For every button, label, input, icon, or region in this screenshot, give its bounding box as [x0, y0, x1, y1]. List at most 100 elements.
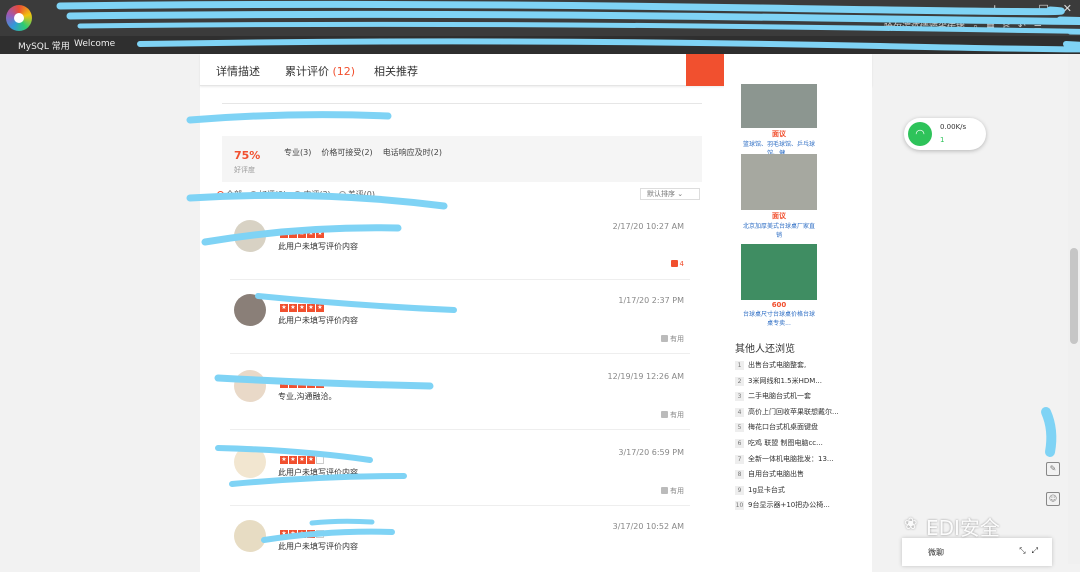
close-icon[interactable]: ✕: [1063, 2, 1072, 15]
helpful-button[interactable]: 有用: [661, 410, 684, 420]
window-controls: + — □ ✕: [990, 2, 1072, 15]
product-card[interactable]: 600 台球桌尺寸台球桌价格台球桌专卖...: [741, 244, 817, 327]
bookmark-welcome[interactable]: Welcome: [74, 39, 115, 49]
radio-icon: [338, 191, 346, 198]
star-rating: ★ ★ ★ ★: [280, 530, 324, 538]
star-icon: ★: [289, 230, 297, 238]
review-item: ★ ★ ★ ★ 此用户未填写评价内容 3/17/20 6:59 PM 有用: [230, 440, 690, 506]
star-icon: ★: [307, 380, 315, 388]
avatar[interactable]: [234, 294, 266, 326]
also-viewed-item[interactable]: 5 梅花口台式机桌面键盘: [735, 422, 861, 438]
avatar[interactable]: [234, 520, 266, 552]
filter-all-label: 全部: [226, 190, 242, 199]
also-viewed-link: 梅花口台式机桌面键盘: [748, 423, 818, 432]
tab-reviews-count: (12): [332, 65, 356, 78]
tag-price[interactable]: 价格可接受(2): [319, 146, 374, 159]
wechat-icon: ❀: [904, 514, 918, 533]
star-icon: ★: [316, 230, 324, 238]
undo-icon[interactable]: ↶: [1018, 22, 1026, 32]
helpful-button[interactable]: 4: [670, 260, 684, 268]
also-viewed-link: 出售台式电脑整套,: [748, 361, 807, 369]
product-price: 600: [771, 301, 787, 309]
new-tab-icon[interactable]: +: [990, 2, 999, 15]
tab-reviews[interactable]: 累计评价 (12): [285, 63, 355, 79]
sort-select[interactable]: 默认排序 ⌄: [640, 188, 700, 200]
tag-response[interactable]: 电话响应及时(2): [381, 146, 444, 159]
also-viewed-item[interactable]: 9 1g显卡台式: [735, 485, 861, 501]
review-item: ★ ★ ★ ★ ★ 此用户未填写评价内容 1/17/20 2:37 PM 有用: [230, 288, 690, 354]
filter-bad[interactable]: 差评(0): [338, 189, 375, 200]
review-filters: 全部 好评(9) 中评(3) 差评(0): [217, 189, 375, 200]
star-icon: [316, 530, 324, 538]
scissors-icon[interactable]: ✂: [1003, 22, 1011, 32]
review-item: ★ ★ ★ ★ ★ 专业,沟通融洽。 12/19/19 12:26 AM 有用: [230, 364, 690, 430]
star-icon: ★: [316, 304, 324, 312]
divider: [222, 103, 702, 104]
maximize-icon[interactable]: □: [1038, 2, 1048, 15]
rank-number: 3: [735, 392, 744, 402]
thumbs-up-icon: [661, 487, 668, 494]
chat-bar-controls[interactable]: ⤡⤢: [1019, 546, 1044, 556]
thumbs-up-icon: [670, 260, 678, 267]
avatar[interactable]: [234, 220, 266, 252]
star-icon: ★: [307, 304, 315, 312]
also-viewed-item[interactable]: 10 9台显示器+10把办公椅...: [735, 500, 861, 516]
tab-detail[interactable]: 详情描述: [216, 63, 260, 79]
product-price: 面议: [772, 130, 786, 138]
also-viewed-item[interactable]: 4 高价上门回收苹果联想戴尔...: [735, 407, 861, 423]
tab-related[interactable]: 相关推荐: [374, 63, 418, 79]
filter-good-label: 好评(9): [259, 190, 287, 199]
review-text: 此用户未填写评价内容: [278, 542, 358, 551]
filter-medium[interactable]: 中评(3): [294, 189, 331, 200]
tag-professional[interactable]: 专业(3): [282, 146, 313, 159]
also-viewed-item[interactable]: 6 吃鸡 联盟 制图电脑cc...: [735, 438, 861, 454]
chat-bar[interactable]: 微聊 ⤡⤢: [902, 538, 1052, 566]
edit-icon[interactable]: ✎: [1046, 462, 1060, 476]
rank-number: 7: [735, 454, 744, 464]
star-rating: ★ ★ ★ ★ ★: [280, 230, 324, 238]
filter-medium-label: 中评(3): [303, 190, 331, 199]
review-item: ★ ★ ★ ★ ★ 此用户未填写评价内容 2/17/20 10:27 AM 4: [230, 214, 690, 280]
rating-summary: 75% 好评度 专业(3) 价格可接受(2) 电话响应及时(2): [222, 136, 702, 182]
star-icon: ★: [280, 456, 288, 464]
search-icon[interactable]: ⌕: [973, 22, 978, 32]
rank-number: 8: [735, 470, 744, 480]
filter-all[interactable]: 全部: [217, 189, 242, 200]
also-viewed-item[interactable]: 1 出售台式电脑整套,: [735, 360, 861, 376]
search-hint[interactable]: 哈尔滨疫情跨省传播: [884, 20, 965, 33]
radio-icon: [217, 191, 224, 198]
star-icon: ★: [298, 230, 306, 238]
tab-reviews-label: 累计评价: [285, 65, 329, 78]
avatar[interactable]: [234, 446, 266, 478]
scrollbar-thumb[interactable]: [1070, 248, 1078, 344]
product-card[interactable]: 面议 篮球馆、羽毛球馆、乒乓球馆、健...: [741, 84, 817, 157]
chat-icon[interactable]: ☺: [1046, 492, 1060, 506]
review-text: 此用户未填写评价内容: [278, 242, 358, 251]
product-image: [741, 154, 817, 210]
product-card[interactable]: 面议 北京加厚美式台球桌厂家直销: [741, 154, 817, 239]
also-viewed-link: 吃鸡 联盟 制图电脑cc...: [748, 438, 823, 447]
apps-icon[interactable]: ▦: [986, 22, 995, 32]
rank-number: 9: [735, 485, 744, 495]
also-viewed-item[interactable]: 7 全新一体机电脑批发：13...: [735, 454, 861, 470]
star-icon: ★: [307, 230, 315, 238]
also-viewed-link: 3米网线和1.5米HDM...: [748, 376, 822, 385]
also-viewed-item[interactable]: 8 自用台式电脑出售: [735, 469, 861, 485]
also-viewed-item[interactable]: 2 3米网线和1.5米HDM...: [735, 376, 861, 392]
star-icon: ★: [280, 304, 288, 312]
product-title: 北京加厚美式台球桌厂家直销: [742, 223, 815, 239]
menu-icon[interactable]: ☰: [1034, 22, 1042, 32]
minimize-icon[interactable]: —: [1013, 2, 1024, 15]
filter-good[interactable]: 好评(9): [250, 189, 286, 200]
browser-logo-icon[interactable]: [6, 5, 32, 31]
star-icon: ★: [289, 530, 297, 538]
helpful-button[interactable]: 有用: [661, 334, 684, 344]
avatar[interactable]: [234, 370, 266, 402]
page-scrollbar[interactable]: [1068, 54, 1080, 564]
bookmark-mysql[interactable]: MySQL 常用: [18, 39, 70, 52]
helpful-button[interactable]: 有用: [661, 486, 684, 496]
also-viewed-item[interactable]: 3 二手电脑台式机一套: [735, 391, 861, 407]
network-speed-widget[interactable]: ◠ 0.00K/s 1: [904, 118, 986, 150]
star-icon: ★: [280, 530, 288, 538]
star-icon: ★: [289, 304, 297, 312]
